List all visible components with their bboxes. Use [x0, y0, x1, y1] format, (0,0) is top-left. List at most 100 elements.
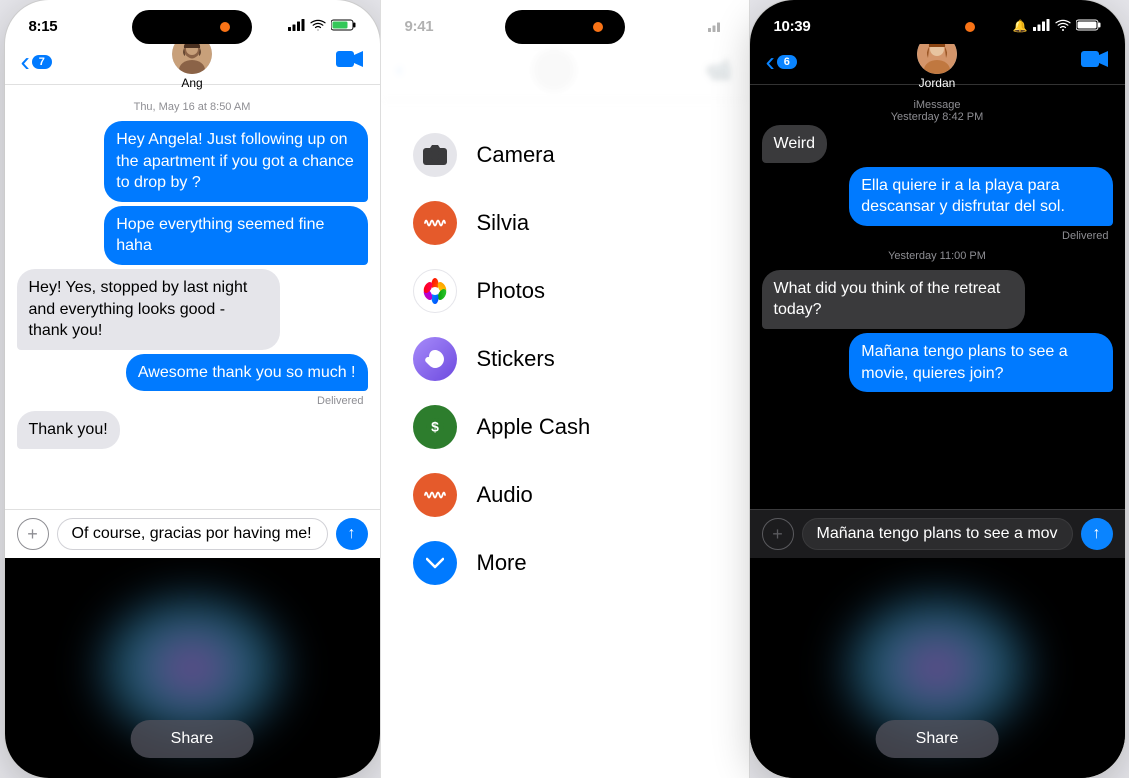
nav-video-3[interactable] — [1081, 49, 1109, 75]
input-field-3[interactable] — [802, 518, 1073, 550]
more-icon-wrap — [413, 541, 457, 585]
message-row-1: Hey Angela! Just following up on the apa… — [17, 121, 368, 202]
nav-bar-1: 7 — [5, 44, 380, 85]
dynamic-island-dot-m — [593, 22, 603, 32]
menu-label-more: More — [477, 550, 527, 576]
chevron-down-icon — [426, 557, 444, 569]
camera-icon — [423, 145, 447, 165]
input-bar-1: + ↑ — [5, 509, 380, 558]
back-badge-1: 7 — [32, 55, 52, 69]
menu-item-silvia[interactable]: Silvia — [381, 189, 749, 257]
menu-panel: Camera Silvia — [381, 101, 749, 778]
phone-3: 10:39 🔔 6 — [750, 0, 1125, 778]
bubble-3-1: Weird — [762, 125, 828, 163]
message-row-2: Hope everything seemed fine haha — [17, 206, 368, 265]
status-time-3: 10:39 — [774, 18, 811, 35]
message-row-4: Awesome thank you so much ! — [17, 354, 368, 392]
imessage-label-3: iMessageYesterday 8:42 PM — [762, 99, 1113, 123]
nav-back-3[interactable]: 6 — [766, 48, 797, 76]
apple-cash-icon: $ — [424, 416, 446, 438]
nav-video-1[interactable] — [336, 49, 364, 75]
menu-item-audio[interactable]: Audio — [381, 461, 749, 529]
audio-icon — [424, 486, 446, 504]
back-badge-3: 6 — [777, 55, 797, 69]
nav-contact-name-1: Ang — [181, 76, 202, 90]
share-button-1[interactable]: Share — [131, 720, 254, 758]
nav-bar-m: ‹ 📹 — [381, 44, 749, 101]
send-button-1[interactable]: ↑ — [336, 518, 368, 550]
dynamic-island-dot-1 — [220, 22, 230, 32]
dynamic-island-dot-3 — [965, 22, 975, 32]
input-plus-3[interactable]: + — [762, 518, 794, 550]
plus-icon-1: + — [27, 524, 38, 545]
silvia-icon-wrap — [413, 201, 457, 245]
glow-area-1: Share — [5, 558, 380, 778]
bubble-2: Hope everything seemed fine haha — [104, 206, 367, 265]
bell-icon-3: 🔔 — [1013, 19, 1028, 33]
message-row-3-3: What did you think of the retreat today? — [762, 270, 1113, 329]
menu-item-camera[interactable]: Camera — [381, 121, 749, 189]
input-plus-1[interactable]: + — [17, 518, 49, 550]
message-row-3: Hey! Yes, stopped by last night and ever… — [17, 269, 368, 350]
dynamic-island-1 — [132, 10, 252, 44]
back-chevron-1 — [21, 48, 30, 76]
messages-area-1: Thu, May 16 at 8:50 AM Hey Angela! Just … — [5, 85, 380, 509]
menu-item-more[interactable]: More — [381, 529, 749, 597]
wifi-icon-1 — [310, 19, 326, 34]
dynamic-island-m — [505, 10, 625, 44]
menu-label-audio: Audio — [477, 482, 533, 508]
status-icons-1 — [288, 19, 356, 34]
nav-bar-3: 6 Jorda — [750, 44, 1125, 85]
nav-back-1[interactable]: 7 — [21, 48, 52, 76]
phone-middle: 9:41 ‹ 📹 Ca — [380, 0, 750, 778]
status-icons-3: 🔔 — [1013, 19, 1101, 34]
battery-icon-1 — [331, 19, 356, 34]
bubble-3-2: Ella quiere ir a la playa para descansar… — [849, 167, 1112, 226]
status-time-1: 8:15 — [29, 18, 58, 35]
photos-icon — [421, 277, 449, 305]
send-arrow-3: ↑ — [1093, 525, 1101, 543]
message-row-5: Thank you! — [17, 411, 368, 449]
share-button-3[interactable]: Share — [876, 720, 999, 758]
svg-text:$: $ — [431, 419, 439, 435]
messages-area-3: iMessageYesterday 8:42 PM Weird Ella qui… — [750, 85, 1125, 509]
status-icons-m — [708, 20, 725, 32]
apple-cash-icon-wrap: $ — [413, 405, 457, 449]
timestamp-1: Thu, May 16 at 8:50 AM — [17, 101, 368, 113]
bubble-1: Hey Angela! Just following up on the apa… — [104, 121, 367, 202]
message-row-3-4: Mañana tengo plans to see a movie, quier… — [762, 333, 1113, 392]
nav-contact-name-3: Jordan — [919, 76, 956, 90]
bubble-3-4: Mañana tengo plans to see a movie, quier… — [849, 333, 1112, 392]
audio-icon-wrap — [413, 473, 457, 517]
stickers-icon-wrap — [413, 337, 457, 381]
glow-area-3: Share — [750, 558, 1125, 778]
back-chevron-3 — [766, 48, 775, 76]
delivered-label-1: Delivered — [17, 395, 368, 407]
battery-icon-3 — [1076, 19, 1101, 34]
timestamp-3: Yesterday 11:00 PM — [762, 250, 1113, 262]
signal-icon-1 — [288, 19, 305, 34]
menu-item-photos[interactable]: Photos — [381, 257, 749, 325]
bubble-4: Awesome thank you so much ! — [126, 354, 368, 392]
bubble-3: Hey! Yes, stopped by last night and ever… — [17, 269, 280, 350]
bubble-5: Thank you! — [17, 411, 120, 449]
message-row-3-1: Weird — [762, 125, 1113, 163]
silvia-icon — [424, 214, 446, 232]
input-field-1[interactable] — [57, 518, 328, 550]
camera-icon-wrap — [413, 133, 457, 177]
dynamic-island-3 — [877, 10, 997, 44]
wifi-icon-3 — [1055, 19, 1071, 34]
photos-icon-wrap — [413, 269, 457, 313]
bubble-3-3: What did you think of the retreat today? — [762, 270, 1025, 329]
menu-label-camera: Camera — [477, 142, 555, 168]
status-time-m: 9:41 — [405, 18, 434, 35]
menu-item-apple-cash[interactable]: $ Apple Cash — [381, 393, 749, 461]
menu-item-stickers[interactable]: Stickers — [381, 325, 749, 393]
delivered-label-3: Delivered — [762, 230, 1113, 242]
send-arrow-1: ↑ — [348, 525, 356, 543]
stickers-icon — [424, 348, 446, 370]
phone-1: 8:15 7 — [5, 0, 380, 778]
menu-label-silvia: Silvia — [477, 210, 530, 236]
send-button-3[interactable]: ↑ — [1081, 518, 1113, 550]
message-row-3-2: Ella quiere ir a la playa para descansar… — [762, 167, 1113, 226]
